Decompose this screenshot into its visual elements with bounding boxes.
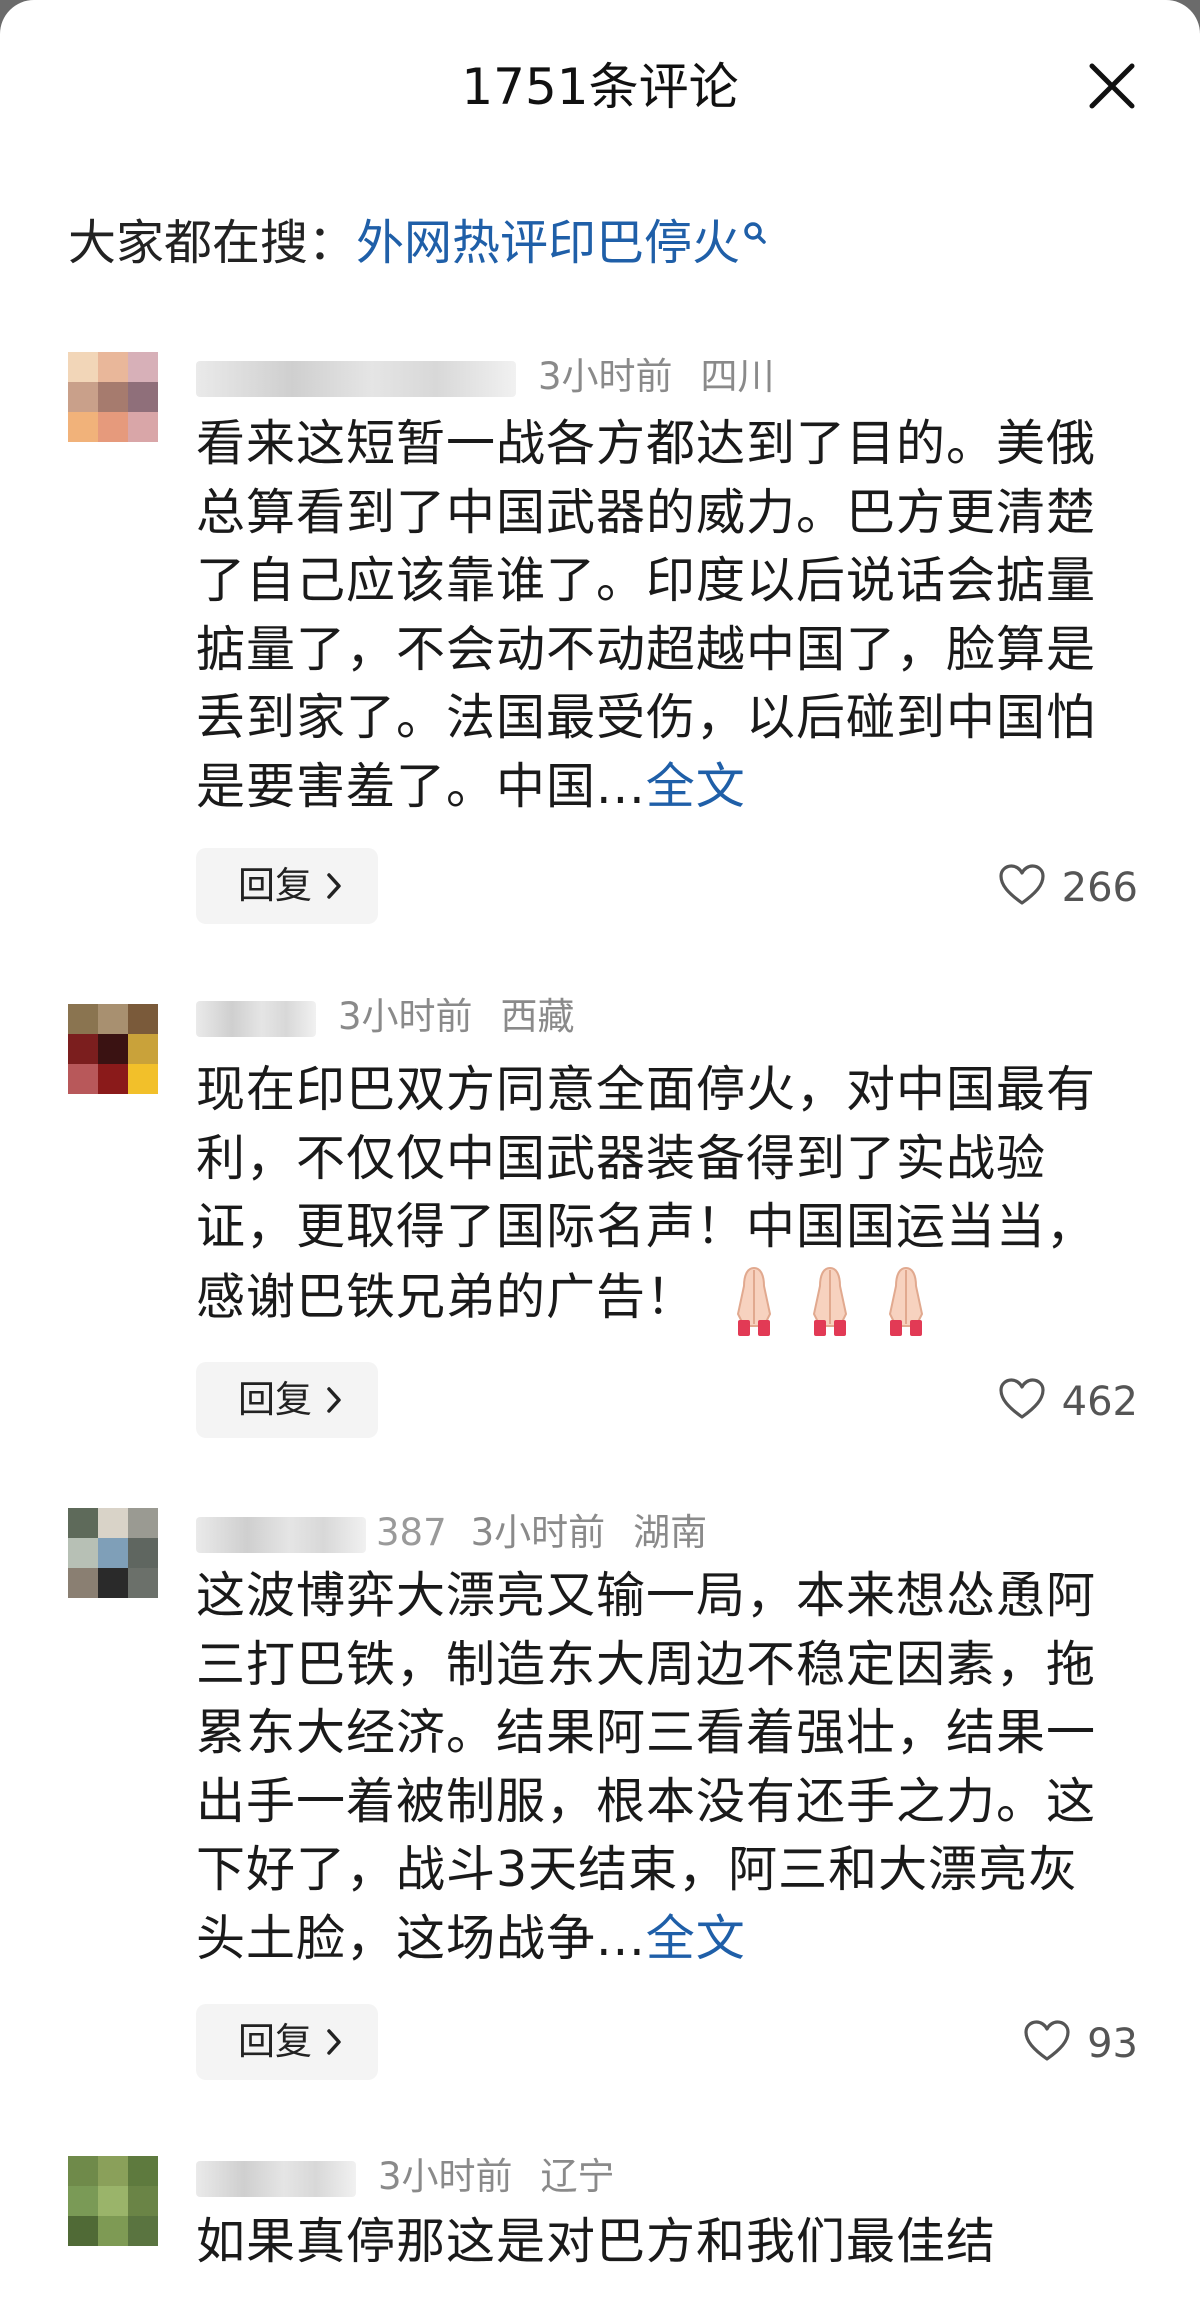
avatar-pixel: [128, 412, 158, 442]
chevron-right-icon: [327, 1387, 341, 1413]
avatar-pixel: [128, 1568, 158, 1598]
username-blurred[interactable]: [196, 360, 516, 397]
comment-time: 3小时前: [538, 355, 673, 398]
avatar-pixel: [128, 1508, 158, 1538]
comment-text: 如果真停那这是对巴方和我们最佳结: [196, 2208, 1116, 2277]
username-blurred[interactable]: [196, 1516, 366, 1553]
avatar-pixel: [68, 1508, 98, 1538]
username-blurred[interactable]: [196, 2160, 356, 2197]
heart-icon: [999, 1378, 1045, 1419]
avatar-pixel: [98, 2156, 128, 2186]
avatar-pixel: [68, 2216, 98, 2246]
chevron-right-icon: [327, 873, 341, 899]
comment-body: 如果真停那这是对巴方和我们最佳结: [196, 2213, 997, 2270]
chevron-right-icon: [327, 2029, 341, 2055]
avatar[interactable]: [68, 1004, 158, 1094]
avatar[interactable]: [68, 1508, 158, 1598]
avatar-pixel: [98, 1508, 128, 1538]
comment-location: 辽宁: [540, 2155, 615, 2198]
reply-button[interactable]: 回复: [196, 1362, 378, 1438]
comment-meta: 387 3小时前 湖南: [196, 1508, 707, 1558]
avatar-pixel: [68, 1034, 98, 1064]
avatar-pixel: [128, 2186, 158, 2216]
comment-location: 四川: [700, 355, 775, 398]
avatar-pixel: [68, 2156, 98, 2186]
avatar-pixel: [98, 1568, 128, 1598]
avatar-pixel: [98, 1004, 128, 1034]
avatar-pixel: [98, 382, 128, 412]
search-icon[interactable]: [742, 220, 768, 254]
avatar-pixel: [98, 1034, 128, 1064]
expand-full-text-link[interactable]: 全文: [646, 758, 746, 815]
avatar-pixel: [128, 1004, 158, 1034]
comment-meta: 3小时前 西藏: [196, 992, 575, 1042]
avatar-pixel: [128, 1538, 158, 1568]
comments-sheet: 1751条评论 大家都在搜：外网热评印巴停火 3小时前 四川 看来这短暂一战各方都…: [0, 0, 1200, 2299]
comment-meta: 3小时前 辽宁: [196, 2152, 615, 2202]
praying-hands-emoji: [736, 1266, 924, 1336]
comment-text: 这波博弈大漂亮又输一局，本来想怂恿阿三打巴铁，制造东大周边不稳定因素，拖累东大经…: [196, 1562, 1116, 1973]
avatar[interactable]: [68, 2156, 158, 2246]
comments-title: 1751条评论: [461, 58, 739, 116]
avatar-pixel: [68, 382, 98, 412]
avatar-pixel: [98, 412, 128, 442]
reply-label: 回复: [238, 864, 312, 907]
hot-search-term-link[interactable]: 外网热评印巴停火: [356, 215, 740, 271]
avatar-pixel: [68, 1538, 98, 1568]
comment-text: 看来这短暂一战各方都达到了目的。美俄总算看到了中国武器的威力。巴方更清楚了自己应…: [196, 410, 1116, 821]
like-count: 93: [1087, 2021, 1138, 2067]
comment-location: 西藏: [500, 995, 575, 1038]
comment-time: 3小时前: [338, 995, 473, 1038]
close-button[interactable]: [1084, 58, 1140, 114]
avatar-pixel: [98, 2186, 128, 2216]
avatar-pixel: [128, 2216, 158, 2246]
like-button[interactable]: 266: [998, 848, 1138, 924]
avatar-pixel: [128, 1064, 158, 1094]
reply-button[interactable]: 回复: [196, 848, 378, 924]
comment-location: 湖南: [633, 1511, 708, 1554]
expand-full-text-link[interactable]: 全文: [646, 1910, 746, 1967]
hot-search-row: 大家都在搜：外网热评印巴停火: [68, 208, 768, 278]
avatar-pixel: [128, 352, 158, 382]
like-button[interactable]: 93: [1023, 2004, 1138, 2080]
comment-meta: 3小时前 四川: [196, 352, 775, 402]
username-blurred[interactable]: [196, 1000, 316, 1037]
avatar-pixel: [68, 2186, 98, 2216]
avatar-pixel: [128, 2156, 158, 2186]
comment-text: 现在印巴双方同意全面停火，对中国最有利，不仅仅中国武器装备得到了实战验证，更取得…: [196, 1056, 1116, 1338]
avatar-pixel: [98, 352, 128, 382]
comment-body: 现在印巴双方同意全面停火，对中国最有利，不仅仅中国武器装备得到了实战验证，更取得…: [196, 1061, 1097, 1325]
avatar-pixel: [128, 382, 158, 412]
heart-icon: [1024, 2020, 1070, 2061]
avatar-pixel: [98, 1064, 128, 1094]
hot-search-prefix: 大家都在搜：: [68, 215, 357, 271]
comment-time: 3小时前: [378, 2155, 513, 2198]
username-suffix: 387: [376, 1511, 447, 1554]
avatar-pixel: [68, 1004, 98, 1034]
reply-label: 回复: [238, 2020, 312, 2063]
avatar[interactable]: [68, 352, 158, 442]
like-count: 462: [1061, 1379, 1138, 1425]
heart-icon: [999, 864, 1045, 905]
reply-label: 回复: [238, 1378, 312, 1421]
avatar-pixel: [128, 1034, 158, 1064]
avatar-pixel: [98, 2216, 128, 2246]
avatar-pixel: [68, 1568, 98, 1598]
comment-body: 看来这短暂一战各方都达到了目的。美俄总算看到了中国武器的威力。巴方更清楚了自己应…: [196, 415, 1097, 815]
close-icon: [1089, 63, 1135, 109]
avatar-pixel: [68, 412, 98, 442]
like-count: 266: [1061, 865, 1138, 911]
avatar-pixel: [68, 352, 98, 382]
reply-button[interactable]: 回复: [196, 2004, 378, 2080]
avatar-pixel: [68, 1064, 98, 1094]
comment-time: 3小时前: [470, 1511, 606, 1554]
avatar-pixel: [98, 1538, 128, 1568]
like-button[interactable]: 462: [998, 1362, 1138, 1438]
comment-body: 这波博弈大漂亮又输一局，本来想怂恿阿三打巴铁，制造东大周边不稳定因素，拖累东大经…: [196, 1567, 1097, 1967]
